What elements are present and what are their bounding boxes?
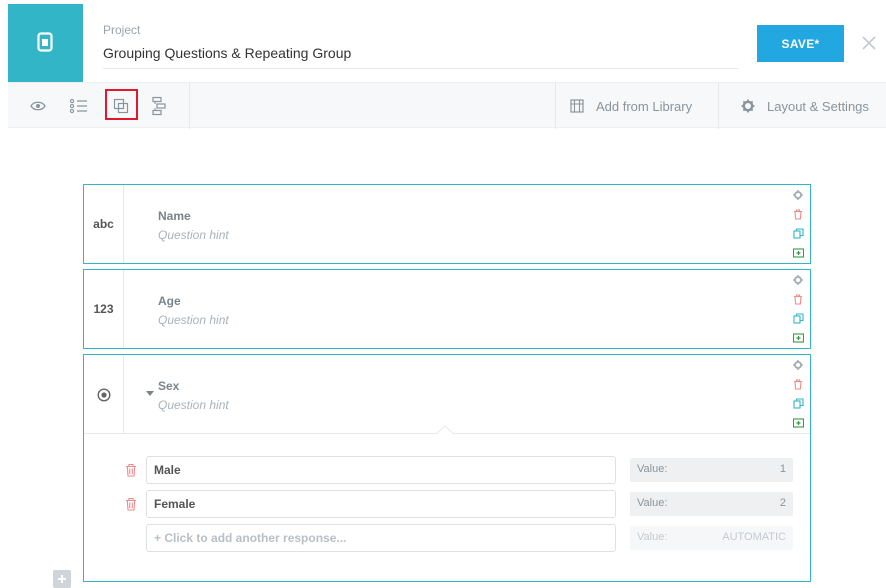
question-label[interactable]: Sex <box>158 379 179 393</box>
layout-settings-label: Layout & Settings <box>767 98 869 114</box>
library-icon <box>570 99 584 113</box>
value-label: Value: <box>637 463 668 475</box>
layout-settings-button[interactable]: Layout & Settings <box>741 83 869 129</box>
duplicate-icon[interactable] <box>791 311 805 325</box>
group-icon[interactable] <box>110 95 132 117</box>
add-choice-row: + Click to add another response... Value… <box>124 524 794 552</box>
settings-icon[interactable] <box>791 188 805 202</box>
eye-icon[interactable] <box>27 95 49 117</box>
settings-icon[interactable] <box>791 358 805 372</box>
choice-row: Male Value: 1 <box>124 456 794 484</box>
trash-icon[interactable] <box>124 463 138 477</box>
trash-icon[interactable] <box>791 377 805 391</box>
question-actions <box>791 188 805 264</box>
choice-value-field[interactable]: Value: 1 <box>630 458 793 482</box>
trash-icon[interactable] <box>124 497 138 511</box>
gear-icon <box>741 99 755 113</box>
add-to-library-icon[interactable] <box>791 245 805 259</box>
value-auto: AUTOMATIC <box>722 531 786 543</box>
question-actions <box>791 273 805 349</box>
settings-icon[interactable] <box>791 273 805 287</box>
radio-icon <box>96 387 111 402</box>
project-label: Project <box>103 23 141 37</box>
question-label[interactable]: Name <box>158 209 191 223</box>
question-type-number: 123 <box>84 270 124 348</box>
toolbar-divider <box>189 83 190 129</box>
auto-value-field: Value: AUTOMATIC <box>630 526 793 550</box>
question-label[interactable]: Age <box>158 294 181 308</box>
value-label: Value: <box>637 531 668 543</box>
header: Project Grouping Questions & Repeating G… <box>0 0 886 82</box>
pointer-notch <box>436 426 454 435</box>
question-hint[interactable]: Question hint <box>158 228 229 242</box>
form-icon <box>37 32 53 52</box>
value-number: 2 <box>779 497 786 509</box>
question-hint[interactable]: Question hint <box>158 313 229 327</box>
question-card[interactable]: 123 Age Question hint <box>83 269 811 349</box>
add-from-library-button[interactable]: Add from Library <box>570 83 692 129</box>
close-icon[interactable] <box>860 34 878 52</box>
question-hint[interactable]: Question hint <box>158 398 229 412</box>
toolbar-divider <box>718 83 719 129</box>
duplicate-icon[interactable] <box>791 396 805 410</box>
add-to-library-icon[interactable] <box>791 415 805 429</box>
title-underline <box>103 68 738 69</box>
add-from-library-label: Add from Library <box>596 98 693 114</box>
project-title[interactable]: Grouping Questions & Repeating Group <box>103 45 351 61</box>
trash-icon[interactable] <box>791 207 805 221</box>
question-type-select-one <box>84 355 124 434</box>
question-type-text: abc <box>84 185 124 263</box>
duplicate-icon[interactable] <box>791 226 805 240</box>
value-number: 1 <box>779 463 786 475</box>
save-button[interactable]: SAVE* <box>757 25 844 62</box>
list-icon[interactable] <box>68 95 90 117</box>
choice-row: Female Value: 2 <box>124 490 794 518</box>
choice-value-field[interactable]: Value: 2 <box>630 492 793 516</box>
plus-icon <box>58 575 66 583</box>
toolbar-divider <box>555 83 556 129</box>
value-label: Value: <box>637 497 668 509</box>
choice-label-input[interactable]: Male <box>146 456 616 484</box>
toolbar: Add from Library Layout & Settings <box>8 82 886 129</box>
question-card-expanded[interactable]: Sex Question hint Male Value: 1 Female V… <box>83 354 811 582</box>
add-question-button[interactable] <box>53 570 71 588</box>
add-response-input[interactable]: + Click to add another response... <box>146 524 616 552</box>
trash-icon[interactable] <box>791 292 805 306</box>
question-card[interactable]: abc Name Question hint <box>83 184 811 264</box>
add-to-library-icon[interactable] <box>791 330 805 344</box>
app-logo[interactable] <box>8 4 83 82</box>
caret-down-icon[interactable] <box>146 391 154 397</box>
question-actions <box>791 358 805 434</box>
branching-icon[interactable] <box>148 95 170 117</box>
choice-label-input[interactable]: Female <box>146 490 616 518</box>
